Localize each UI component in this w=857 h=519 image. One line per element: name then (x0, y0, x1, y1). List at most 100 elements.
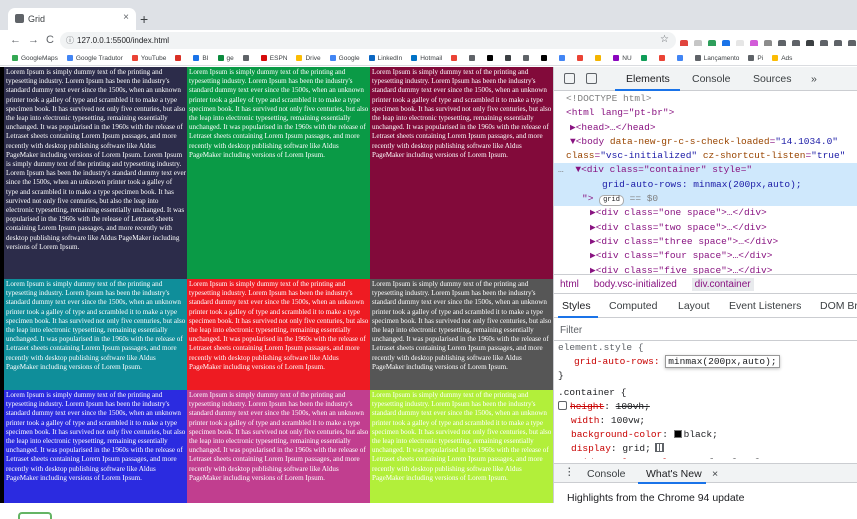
child-node[interactable]: ▶<div class="one space">…</div> (590, 207, 767, 218)
tab-sources[interactable]: Sources (753, 73, 792, 85)
extension-icon[interactable] (834, 40, 842, 46)
bookmark-item[interactable] (559, 55, 568, 62)
bookmark-item[interactable] (658, 55, 668, 62)
tab-layout[interactable]: Layout (678, 300, 710, 312)
extension-icon[interactable] (680, 40, 688, 46)
bookmark-item[interactable]: Lançamento (694, 55, 739, 62)
bookmark-item[interactable]: ge (217, 55, 234, 62)
grid-badge[interactable]: grid (599, 195, 624, 207)
bookmark-item[interactable]: Drive (296, 55, 321, 62)
bookmark-item[interactable] (676, 55, 686, 62)
site-info-icon[interactable]: ⓘ (66, 35, 74, 46)
bookmark-item[interactable] (577, 55, 586, 62)
extension-icon[interactable] (708, 40, 716, 46)
extension-icon[interactable] (736, 40, 744, 46)
extension-icon[interactable] (694, 40, 702, 46)
bookmark-item[interactable] (505, 55, 514, 62)
body-node[interactable]: ▼<body data-new-gr-c-s-check-loaded="14.… (554, 135, 857, 149)
selected-container-node[interactable]: … ▼<div class="container" style=" (554, 163, 857, 178)
css-value[interactable]: 100vw; (611, 415, 645, 426)
bookmark-item[interactable] (451, 55, 460, 62)
bookmark-item[interactable]: Pi (748, 55, 763, 62)
bookmark-item[interactable] (541, 55, 550, 62)
bookmark-item[interactable]: YouTube (131, 55, 166, 62)
bookmark-item[interactable]: Google (329, 55, 360, 62)
tab-console[interactable]: Console (692, 73, 731, 85)
extension-icon[interactable] (806, 40, 814, 46)
css-property[interactable]: width (571, 415, 600, 426)
bookmark-item[interactable]: BI (193, 55, 209, 62)
bookmark-item[interactable] (640, 55, 650, 62)
css-property[interactable]: background-color (571, 429, 662, 440)
new-tab-button[interactable]: + (140, 12, 148, 26)
back-arrow-icon[interactable]: ← (10, 33, 21, 47)
extension-icon[interactable] (722, 40, 730, 46)
bookmark-item[interactable] (175, 55, 184, 62)
bookmark-item[interactable]: GoogleMaps (12, 55, 58, 62)
breadcrumb-body[interactable]: body.vsc-initialized (594, 279, 677, 290)
extension-icon[interactable] (820, 40, 828, 46)
drawer-menu-icon[interactable]: ⋮ (564, 466, 575, 478)
tab-event-listeners[interactable]: Event Listeners (729, 300, 801, 312)
bookmark-item[interactable]: Hotmail (411, 55, 442, 62)
more-tabs-icon[interactable]: » (811, 73, 817, 85)
extension-icon[interactable] (848, 40, 856, 46)
css-property[interactable]: height (570, 401, 604, 412)
bookmark-item[interactable]: NU (613, 55, 632, 62)
inspect-element-icon[interactable] (564, 73, 575, 84)
child-node[interactable]: ▶<div class="five space">…</div> (590, 265, 772, 274)
breadcrumb-html[interactable]: html (560, 279, 579, 290)
color-swatch-icon[interactable] (673, 430, 682, 438)
grid-editor-icon[interactable] (654, 443, 664, 452)
css-declaration[interactable]: grid-template-columns: 1fr 1fr 1fr; (554, 456, 857, 459)
extension-icon[interactable] (778, 40, 786, 46)
close-icon[interactable]: × (123, 12, 129, 23)
child-node[interactable]: ▶<div class="three space">…</div> (590, 236, 778, 247)
tab-computed[interactable]: Computed (609, 300, 657, 312)
forward-arrow-icon[interactable]: → (28, 33, 39, 47)
child-node[interactable]: ▶<div class="four space">…</div> (590, 250, 772, 261)
bookmark-item[interactable] (595, 55, 604, 62)
css-value[interactable]: 100vh; (616, 401, 650, 412)
bookmark-item[interactable]: Google Tradutor (66, 55, 123, 62)
device-toolbar-icon[interactable] (586, 73, 597, 84)
bookmark-item[interactable] (523, 55, 532, 62)
style-value-editor[interactable]: minmax(200px,auto); (665, 355, 780, 368)
breadcrumb-container[interactable]: div.container (691, 278, 754, 291)
browser-tab[interactable]: Grid × (8, 8, 136, 30)
bookmark-star-icon[interactable]: ☆ (660, 34, 669, 45)
node-menu-icon[interactable]: … (558, 164, 564, 175)
style-property[interactable]: grid-auto-rows: (574, 356, 660, 367)
child-node[interactable]: ▶<div class="two space">…</div> (590, 222, 767, 233)
head-node[interactable]: ▶<head>…</head> (570, 122, 656, 133)
drawer-tab-console[interactable]: Console (587, 468, 626, 480)
css-value[interactable]: 1fr 1fr 1fr; (702, 457, 770, 459)
address-bar[interactable]: ⓘ 127.0.0.1:5500/index.html ☆ (60, 32, 676, 49)
bookmark-item[interactable]: LinkedIn (368, 55, 402, 62)
bookmark-item[interactable] (242, 55, 252, 62)
extension-icon[interactable] (750, 40, 758, 46)
reload-icon[interactable]: C (46, 33, 54, 47)
css-property[interactable]: display (571, 443, 611, 454)
css-declaration[interactable]: display: grid; (554, 442, 857, 456)
tab-dom-breakpoints[interactable]: DOM Br (820, 300, 857, 312)
close-icon[interactable]: × (712, 468, 718, 480)
css-value[interactable]: grid; (622, 443, 651, 454)
extension-icon[interactable] (792, 40, 800, 46)
bookmark-item[interactable] (469, 55, 478, 62)
drawer-tab-whats-new[interactable]: What's New (646, 468, 702, 480)
css-declaration[interactable]: width: 100vw; (554, 414, 857, 428)
css-declaration[interactable]: height: 100vh; (554, 400, 857, 414)
tab-styles[interactable]: Styles (562, 300, 591, 312)
bookmark-item[interactable]: ESPN (260, 55, 287, 62)
css-property[interactable]: grid-template-columns (571, 457, 691, 459)
declaration-checkbox[interactable] (558, 401, 567, 410)
css-declaration[interactable]: background-color: black; (554, 428, 857, 442)
bookmark-item[interactable] (487, 55, 496, 62)
doctype-node[interactable]: <!DOCTYPE html> (566, 93, 652, 104)
styles-filter-input[interactable]: Filter (554, 319, 857, 341)
html-node[interactable]: <html lang="pt-br"> (566, 107, 674, 118)
tab-elements[interactable]: Elements (626, 73, 670, 85)
extension-icon[interactable] (764, 40, 772, 46)
css-value[interactable]: black; (684, 429, 718, 440)
